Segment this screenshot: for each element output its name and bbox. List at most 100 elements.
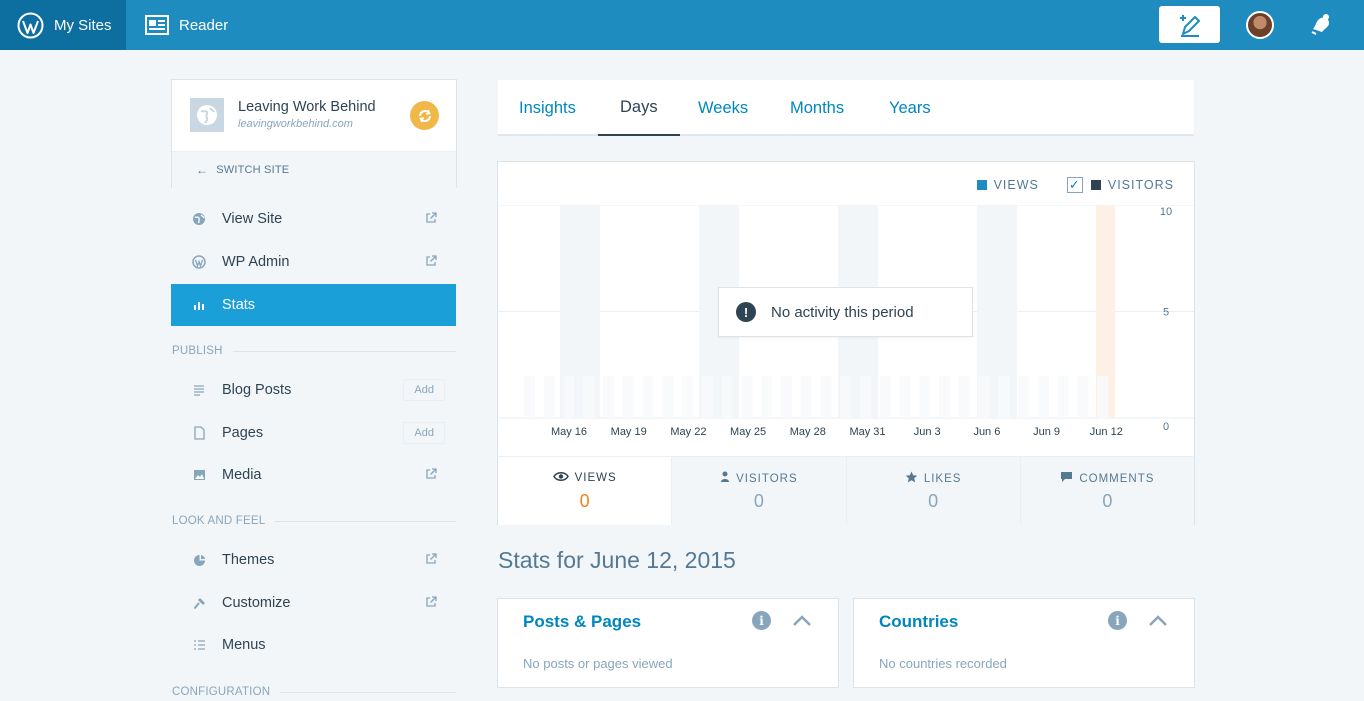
sidebar-item-menus[interactable]: Menus [171,624,456,666]
empty-day-bar [583,376,595,418]
sidebar-item-label: Media [222,467,262,483]
chevron-up-icon[interactable] [1146,609,1170,633]
write-icon [1179,14,1200,37]
x-tick-label: Jun 12 [1090,426,1123,438]
external-link-icon [426,596,437,607]
page-icon [191,425,207,441]
posts-icon [191,382,207,398]
x-tick-label: May 22 [670,426,706,438]
tab-years[interactable]: Years [889,80,931,136]
add-blog-post-button[interactable]: Add [403,379,445,401]
external-link-icon [426,255,437,266]
no-activity-notice: ! No activity this period [718,287,973,337]
summary-value: 0 [753,491,764,511]
sidebar-item-wp-admin[interactable]: WP Admin [171,241,456,283]
empty-day-bar [820,376,832,418]
summary-tab-likes[interactable]: LIKES 0 [845,457,1020,525]
sidebar-item-label: View Site [222,211,283,227]
empty-day-bar [1037,376,1049,418]
section-heading-configuration: CONFIGURATION [172,686,456,698]
module-title[interactable]: Countries [879,612,958,632]
info-icon[interactable]: i [752,611,771,630]
empty-day-bar [682,376,694,418]
sidebar-item-pages[interactable]: Pages Add [171,412,456,454]
customize-icon [191,595,207,611]
switch-site-button[interactable]: ← SWITCH SITE [172,151,456,188]
sidebar-item-themes[interactable]: Themes [171,539,456,581]
empty-day-bar [1097,376,1109,418]
site-domain: leavingworkbehind.com [238,118,353,130]
empty-day-bar [899,376,911,418]
external-link-icon [426,553,437,564]
empty-day-bar [998,376,1010,418]
countries-module: Countries i No countries recorded [853,598,1195,688]
summary-tab-views[interactable]: VIEWS 0 [498,457,672,525]
stats-summary-tabs: VIEWS 0 VISITORS 0 LIKES 0 COMMENTS 0 [498,456,1194,525]
site-card[interactable]: Leaving Work Behind leavingworkbehind.co… [171,79,457,188]
sidebar-item-label: WP Admin [222,254,290,270]
tab-insights[interactable]: Insights [519,80,576,136]
stats-chart-card: VIEWS ✓ VISITORS May 16 May 19 May 22 May 2… [497,161,1195,525]
themes-icon [191,552,207,568]
summary-label: LIKES [923,473,962,485]
visitors-checkbox[interactable]: ✓ [1066,177,1083,193]
reader-label: Reader [179,16,229,34]
section-heading-label: LOOK AND FEEL [172,515,266,527]
comment-icon [1061,472,1073,482]
user-avatar[interactable] [1246,11,1274,39]
alert-icon: ! [736,302,756,322]
tab-weeks[interactable]: Weeks [698,80,748,136]
wordpress-icon [191,254,207,270]
globe-icon [191,211,207,227]
x-tick-label: May 25 [730,426,766,438]
sidebar-item-label: Stats [222,297,256,313]
sidebar-item-customize[interactable]: Customize [171,582,456,624]
sidebar-item-blog-posts[interactable]: Blog Posts Add [171,369,456,411]
notifications-button[interactable] [1308,12,1334,38]
empty-day-bar [701,376,713,418]
empty-day-bar [860,376,872,418]
section-heading-publish: PUBLISH [172,345,456,357]
add-page-button[interactable]: Add [403,422,445,444]
my-sites-label: My Sites [54,16,112,34]
empty-day-bar [524,376,535,418]
wordpress-logo-icon [17,12,44,38]
empty-day-bar [1018,376,1030,418]
legend-visitors-swatch [1090,180,1101,190]
summary-value: 0 [928,491,939,511]
empty-day-bar [761,376,773,418]
legend-views-label: VIEWS [993,178,1039,192]
empty-day-bar [543,376,555,418]
summary-tab-comments[interactable]: COMMENTS 0 [1019,457,1194,525]
star-icon [905,471,918,483]
stats-icon [191,297,207,313]
summary-tab-visitors[interactable]: VISITORS 0 [671,457,846,525]
tab-days[interactable]: Days [598,80,680,136]
sidebar-item-stats[interactable]: Stats [171,284,456,326]
my-sites-button[interactable]: My Sites [0,0,126,50]
empty-day-bar [840,376,852,418]
empty-day-bar [642,376,654,418]
y-tick-label: 5 [1163,307,1169,319]
chevron-up-icon[interactable] [790,609,814,633]
x-tick-label: May 16 [551,426,587,438]
sidebar-item-view-site[interactable]: View Site [171,198,456,240]
switch-site-label: SWITCH SITE [216,164,290,176]
site-title: Leaving Work Behind [238,99,376,115]
summary-label: COMMENTS [1079,473,1155,485]
summary-label: VISITORS [736,473,798,485]
reader-button[interactable]: Reader [145,0,228,50]
empty-day-bar [919,376,931,418]
empty-day-bar [622,376,634,418]
summary-value: 0 [1102,491,1113,511]
module-title[interactable]: Posts & Pages [523,612,641,632]
eye-icon [552,472,569,481]
sidebar-item-media[interactable]: Media [171,454,456,496]
empty-day-bar [741,376,753,418]
write-post-button[interactable] [1159,6,1220,43]
sidebar-item-label: Menus [222,637,266,653]
empty-day-bar [1077,376,1089,418]
info-icon[interactable]: i [1108,611,1127,630]
tab-months[interactable]: Months [790,80,844,136]
menus-icon [191,637,207,653]
